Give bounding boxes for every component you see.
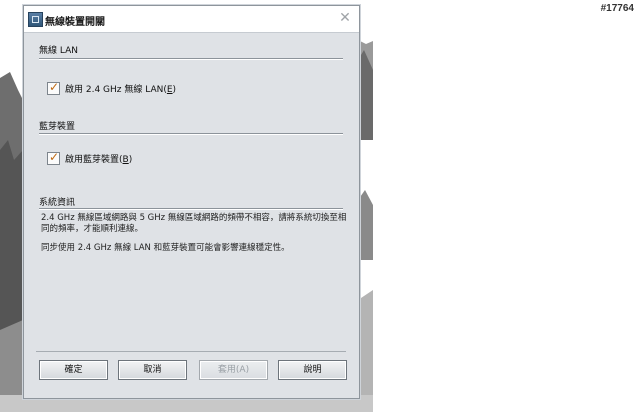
bluetooth-checkbox-row[interactable]: ✓ 啟用藍芽裝置(B) <box>47 150 133 165</box>
checkmark-icon: ✓ <box>49 80 60 94</box>
checkmark-icon: ✓ <box>49 150 60 164</box>
wireless-lan-divider <box>39 58 343 60</box>
apply-button[interactable]: 套用(A) <box>199 360 268 380</box>
bluetooth-checkbox-label: 啟用藍芽裝置(B) <box>65 155 133 165</box>
watermark-label: #17764 <box>600 3 634 14</box>
bluetooth-checkbox[interactable]: ✓ <box>47 150 60 165</box>
bluetooth-divider <box>39 133 343 135</box>
wireless-lan-checkbox-row[interactable]: ✓ 啟用 2.4 GHz 無線 LAN(E) <box>47 80 177 95</box>
wireless-switch-dialog: 無線裝置開關 ✕ 無線 LAN ✓ 啟用 2.4 GHz 無線 LAN(E) 藍… <box>23 5 360 399</box>
system-info-paragraph-2: 同步使用 2.4 GHz 無線 LAN 和藍芽裝置可能會影響連線穩定性。 <box>41 243 290 253</box>
cancel-button[interactable]: 取消 <box>118 360 187 380</box>
dialog-title: 無線裝置開關 <box>45 17 105 28</box>
system-info-section-label: 系統資訊 <box>39 198 76 208</box>
system-info-paragraph-1: 2.4 GHz 無線區域網路與 5 GHz 無線區域網路的頻帶不相容，請將系統切… <box>41 213 347 234</box>
wireless-lan-checkbox[interactable]: ✓ <box>47 80 60 95</box>
wireless-switch-app-icon <box>28 12 43 27</box>
bluetooth-section-label: 藍芽裝置 <box>39 122 76 132</box>
close-icon[interactable]: ✕ <box>337 10 353 26</box>
dialog-titlebar[interactable]: 無線裝置開關 ✕ <box>24 6 359 33</box>
button-area-divider <box>36 351 346 352</box>
help-button[interactable]: 說明 <box>278 360 347 380</box>
system-info-divider <box>39 208 343 210</box>
ok-button[interactable]: 確定 <box>39 360 108 380</box>
wireless-lan-section-label: 無線 LAN <box>39 46 78 56</box>
wireless-lan-checkbox-label: 啟用 2.4 GHz 無線 LAN(E) <box>65 85 177 95</box>
